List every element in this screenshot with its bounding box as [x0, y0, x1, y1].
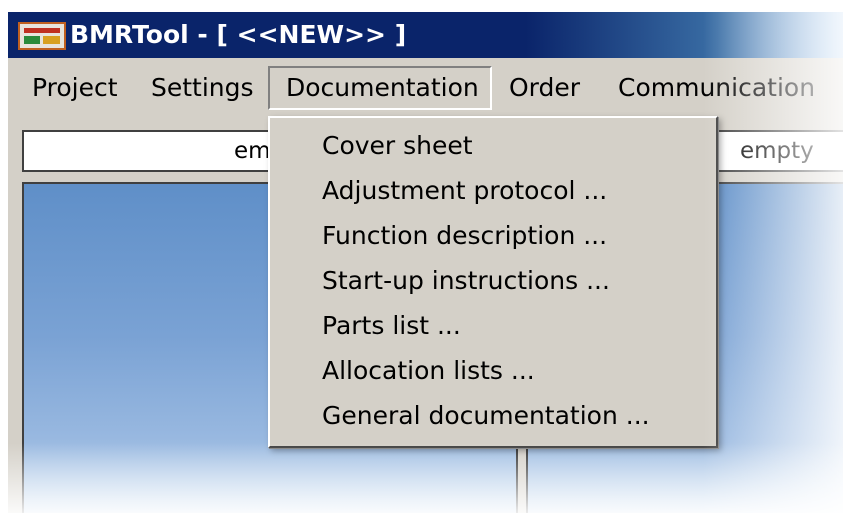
title-bar[interactable]: BMRTool - [ <<NEW>> ]: [8, 12, 843, 58]
menu-project[interactable]: Project: [32, 66, 118, 110]
menu-documentation[interactable]: Documentation: [268, 66, 492, 110]
menu-bar: Project Settings Documentation Order Com…: [8, 64, 843, 114]
menu-item-general-documentation[interactable]: General documentation ...: [322, 396, 650, 436]
menu-communication[interactable]: Communication: [618, 66, 815, 110]
window-title: BMRTool - [ <<NEW>> ]: [70, 20, 407, 49]
app-icon[interactable]: [18, 22, 66, 50]
menu-item-adjustment-protocol[interactable]: Adjustment protocol ...: [322, 171, 607, 211]
menu-item-cover-sheet[interactable]: Cover sheet: [322, 126, 473, 166]
documentation-dropdown: Cover sheet Adjustment protocol ... Func…: [268, 116, 718, 448]
menu-item-allocation-lists[interactable]: Allocation lists ...: [322, 351, 535, 391]
menu-settings[interactable]: Settings: [151, 66, 254, 110]
menu-order[interactable]: Order: [509, 66, 580, 110]
menu-item-function-description[interactable]: Function description ...: [322, 216, 607, 256]
menu-item-startup-instructions[interactable]: Start-up instructions ...: [322, 261, 610, 301]
menu-item-parts-list[interactable]: Parts list ...: [322, 306, 461, 346]
